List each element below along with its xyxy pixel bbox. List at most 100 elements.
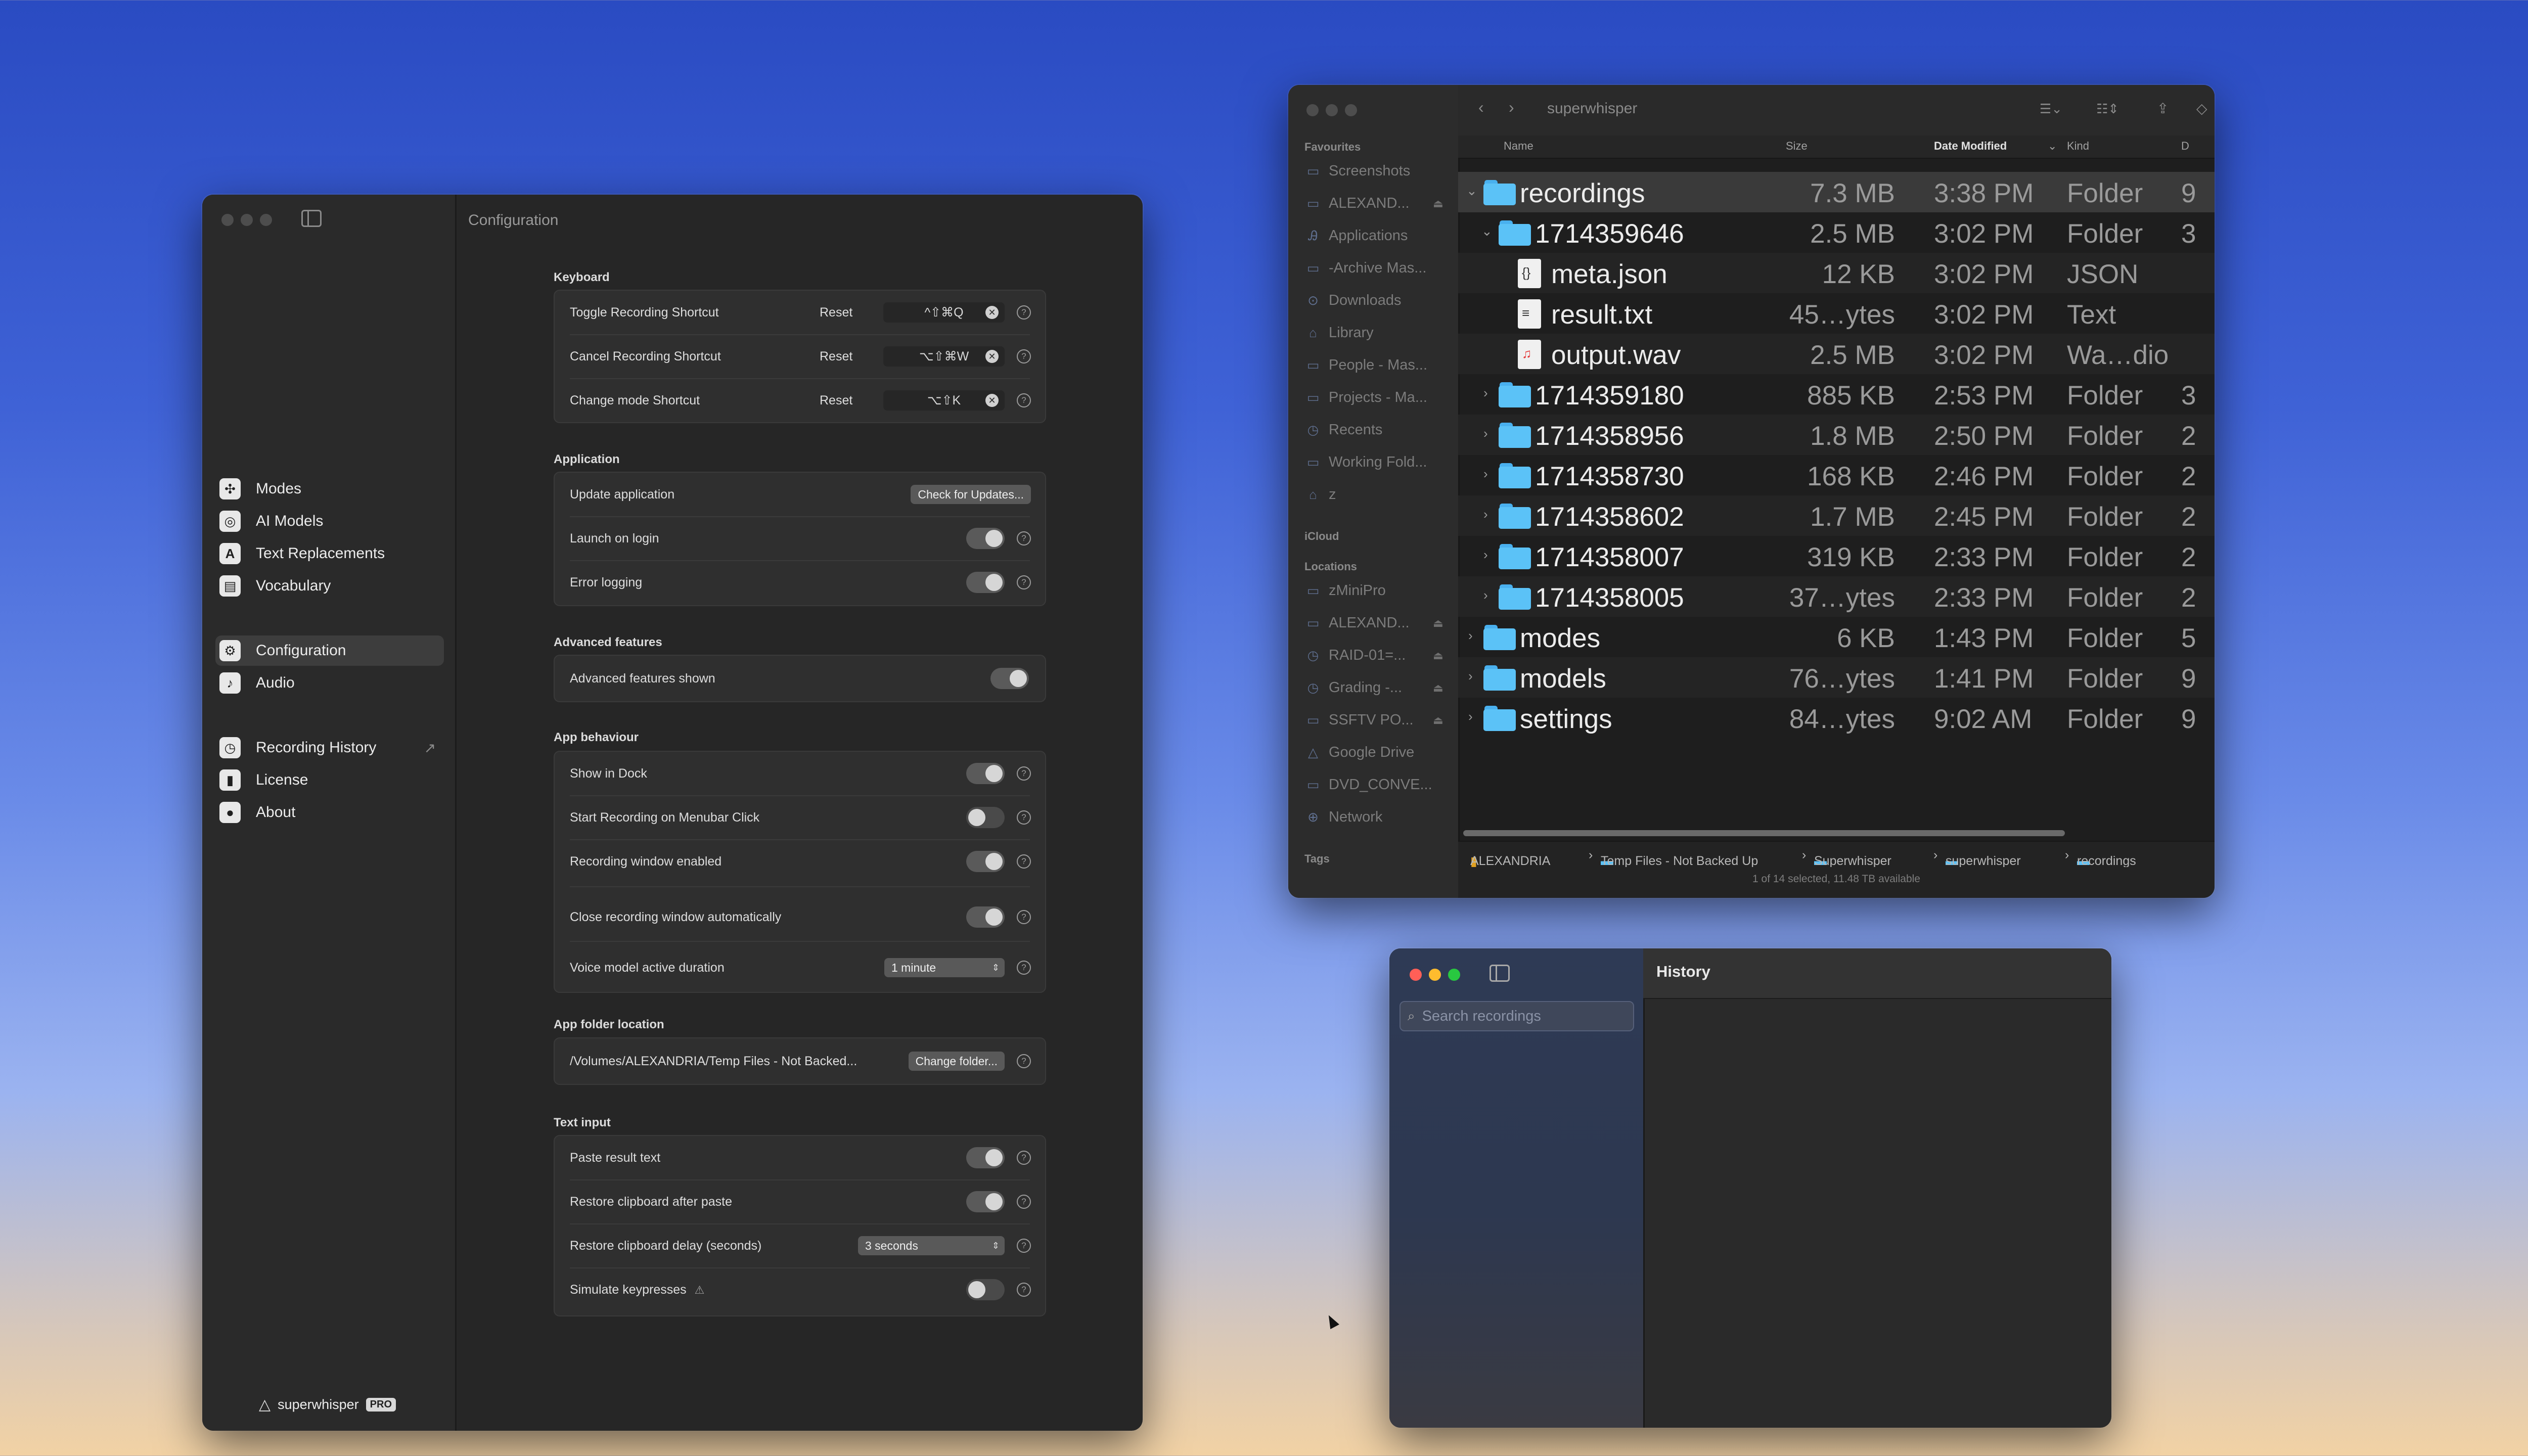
search-field[interactable]: ⌕ [1400, 1001, 1634, 1031]
column-header-kind[interactable]: Kind [2067, 140, 2089, 153]
column-header-size[interactable]: Size [1786, 140, 1808, 153]
tag-icon[interactable]: ◇ [2196, 100, 2207, 117]
help-icon[interactable]: ? [1017, 1151, 1031, 1165]
sidebar-item-working[interactable]: ▭ Working Fold... [1304, 454, 1427, 471]
sidebar-item-screenshots[interactable]: ▭ Screenshots [1304, 163, 1411, 179]
disclosure-open-icon[interactable]: ⌄ [1481, 223, 1493, 239]
disclosure-closed-icon[interactable]: › [1483, 426, 1488, 441]
sidebar-item-raid[interactable]: ◷ RAID-01=... ⏏ [1304, 647, 1443, 664]
sidebar-item-zminipro[interactable]: ▭ zMiniPro [1304, 582, 1386, 599]
sidebar-item-people[interactable]: ▭ People - Mas... [1304, 357, 1427, 374]
file-row-1714358602[interactable]: › 1714358602 1.7 MB 2:45 PM Folder 2 [1458, 495, 2215, 536]
file-row-meta-json[interactable]: {} meta.json 12 KB 3:02 PM JSON [1458, 253, 2215, 293]
column-header-date[interactable]: Date Modified [1934, 140, 2007, 153]
sidebar-item-dvd[interactable]: ▭ DVD_CONVE... [1304, 777, 1432, 793]
clear-shortcut-icon[interactable]: ✕ [985, 306, 999, 319]
eject-icon[interactable]: ⏏ [1433, 197, 1443, 210]
sidebar-item-grading[interactable]: ◷ Grading -... ⏏ [1304, 679, 1443, 696]
advanced-features-toggle[interactable] [990, 668, 1029, 689]
sidebar-item-ssftv[interactable]: ▭ SSFTV PO... ⏏ [1304, 712, 1443, 729]
sidebar-toggle-icon[interactable] [1489, 965, 1510, 982]
disclosure-closed-icon[interactable]: › [1483, 587, 1488, 603]
sidebar-item-library[interactable]: ⌂ Library [1304, 325, 1374, 341]
sidebar-item-z[interactable]: ⌂ z [1304, 486, 1336, 503]
disclosure-closed-icon[interactable]: › [1483, 466, 1488, 482]
shortcut-recorder[interactable]: ⌥⇧⌘W ✕ [883, 346, 1005, 367]
file-row-1714358730[interactable]: › 1714358730 168 KB 2:46 PM Folder 2 [1458, 455, 2215, 495]
disclosure-closed-icon[interactable]: › [1483, 547, 1488, 563]
file-row-1714358956[interactable]: › 1714358956 1.8 MB 2:50 PM Folder 2 [1458, 415, 2215, 455]
file-row-recordings[interactable]: ⌄ recordings 7.3 MB 3:38 PM Folder 9 [1458, 172, 2215, 212]
file-row-result-txt[interactable]: ≡ result.txt 45…ytes 3:02 PM Text [1458, 293, 2215, 334]
column-header-extra[interactable]: D [2181, 140, 2189, 153]
sidebar-item-recording-history[interactable]: ◷ Recording History ↗ [215, 733, 444, 763]
shortcut-recorder[interactable]: ⌥⇧K ✕ [883, 390, 1005, 411]
active-duration-select[interactable]: 1 minute ⇕ [884, 958, 1005, 977]
help-icon[interactable]: ? [1017, 854, 1031, 869]
sidebar-item-alexandria[interactable]: ▭ ALEXAND... ⏏ [1304, 195, 1443, 212]
error-logging-toggle[interactable] [966, 572, 1005, 593]
sidebar-item-google-drive[interactable]: △ Google Drive [1304, 744, 1414, 761]
close-button[interactable] [1410, 969, 1422, 981]
launch-on-login-toggle[interactable] [966, 528, 1005, 549]
sidebar-item-about[interactable]: ● About [215, 797, 444, 828]
file-row-modes[interactable]: › modes 6 KB 1:43 PM Folder 5 [1458, 617, 2215, 657]
sidebar-item-alexandria-location[interactable]: ▭ ALEXAND... ⏏ [1304, 615, 1443, 631]
disclosure-open-icon[interactable]: ⌄ [1466, 183, 1477, 199]
file-row-1714359646[interactable]: ⌄ 1714359646 2.5 MB 3:02 PM Folder 3 [1458, 212, 2215, 253]
simulate-keypresses-toggle[interactable] [966, 1279, 1005, 1300]
sidebar-item-vocabulary[interactable]: ▤ Vocabulary [215, 571, 444, 601]
file-row-1714358005[interactable]: › 1714358005 37…ytes 2:33 PM Folder 2 [1458, 576, 2215, 617]
sidebar-item-applications[interactable]: Ꭿ Applications [1304, 228, 1408, 244]
close-button[interactable] [1306, 104, 1319, 116]
share-icon[interactable]: ⇪ [2157, 100, 2169, 117]
file-row-1714358007[interactable]: › 1714358007 319 KB 2:33 PM Folder 2 [1458, 536, 2215, 576]
reset-button[interactable]: Reset [820, 349, 852, 364]
clear-shortcut-icon[interactable]: ✕ [985, 394, 999, 407]
help-icon[interactable]: ? [1017, 305, 1031, 320]
eject-icon[interactable]: ⏏ [1433, 714, 1443, 727]
paste-result-toggle[interactable] [966, 1147, 1005, 1168]
sidebar-item-archive[interactable]: ▭ -Archive Mas... [1304, 260, 1427, 277]
help-icon[interactable]: ? [1017, 961, 1031, 975]
restore-delay-select[interactable]: 3 seconds ⇕ [858, 1236, 1005, 1255]
close-window-toggle[interactable] [966, 906, 1005, 928]
sidebar-item-license[interactable]: ▮ License [215, 765, 444, 795]
zoom-button[interactable] [1448, 969, 1460, 981]
help-icon[interactable]: ? [1017, 766, 1031, 781]
back-icon[interactable]: ‹ [1478, 98, 1484, 117]
show-in-dock-toggle[interactable] [966, 763, 1005, 784]
column-header-name[interactable]: Name [1504, 140, 1533, 153]
horizontal-scrollbar[interactable] [1463, 830, 2065, 836]
sidebar-item-configuration[interactable]: ⚙ Configuration [215, 635, 444, 666]
sidebar-item-projects[interactable]: ▭ Projects - Ma... [1304, 389, 1427, 406]
group-by-icon[interactable]: ☷⇕ [2096, 101, 2119, 117]
help-icon[interactable]: ? [1017, 910, 1031, 924]
file-row-output-wav[interactable]: ♫ output.wav 2.5 MB 3:02 PM Wa…dio [1458, 334, 2215, 374]
help-icon[interactable]: ? [1017, 1239, 1031, 1253]
shortcut-recorder[interactable]: ^⇧⌘Q ✕ [883, 302, 1005, 323]
check-for-updates-button[interactable]: Check for Updates... [911, 485, 1031, 504]
disclosure-closed-icon[interactable]: › [1483, 385, 1488, 401]
sidebar-item-network[interactable]: ⊕ Network [1304, 809, 1382, 826]
change-folder-button[interactable]: Change folder... [908, 1052, 1005, 1071]
clear-shortcut-icon[interactable]: ✕ [985, 350, 999, 363]
minimize-button[interactable] [241, 214, 253, 226]
sidebar-item-recents[interactable]: ◷ Recents [1304, 422, 1383, 438]
sidebar-item-text-replacements[interactable]: A Text Replacements [215, 538, 444, 569]
help-icon[interactable]: ? [1017, 575, 1031, 589]
sidebar-item-downloads[interactable]: ⊙ Downloads [1304, 292, 1401, 309]
view-options-icon[interactable]: ☰⌄ [2040, 101, 2062, 117]
help-icon[interactable]: ? [1017, 393, 1031, 407]
eject-icon[interactable]: ⏏ [1433, 649, 1443, 662]
file-row-models[interactable]: › models 76…ytes 1:41 PM Folder 9 [1458, 657, 2215, 698]
sidebar-toggle-icon[interactable] [301, 210, 322, 227]
recording-window-toggle[interactable] [966, 851, 1005, 872]
sidebar-item-audio[interactable]: ♪ Audio [215, 668, 444, 698]
reset-button[interactable]: Reset [820, 305, 852, 320]
disclosure-closed-icon[interactable]: › [1468, 628, 1473, 644]
sidebar-item-ai-models[interactable]: ◎ AI Models [215, 506, 444, 536]
menubar-click-toggle[interactable] [966, 807, 1005, 828]
eject-icon[interactable]: ⏏ [1433, 681, 1443, 695]
help-icon[interactable]: ? [1017, 810, 1031, 825]
